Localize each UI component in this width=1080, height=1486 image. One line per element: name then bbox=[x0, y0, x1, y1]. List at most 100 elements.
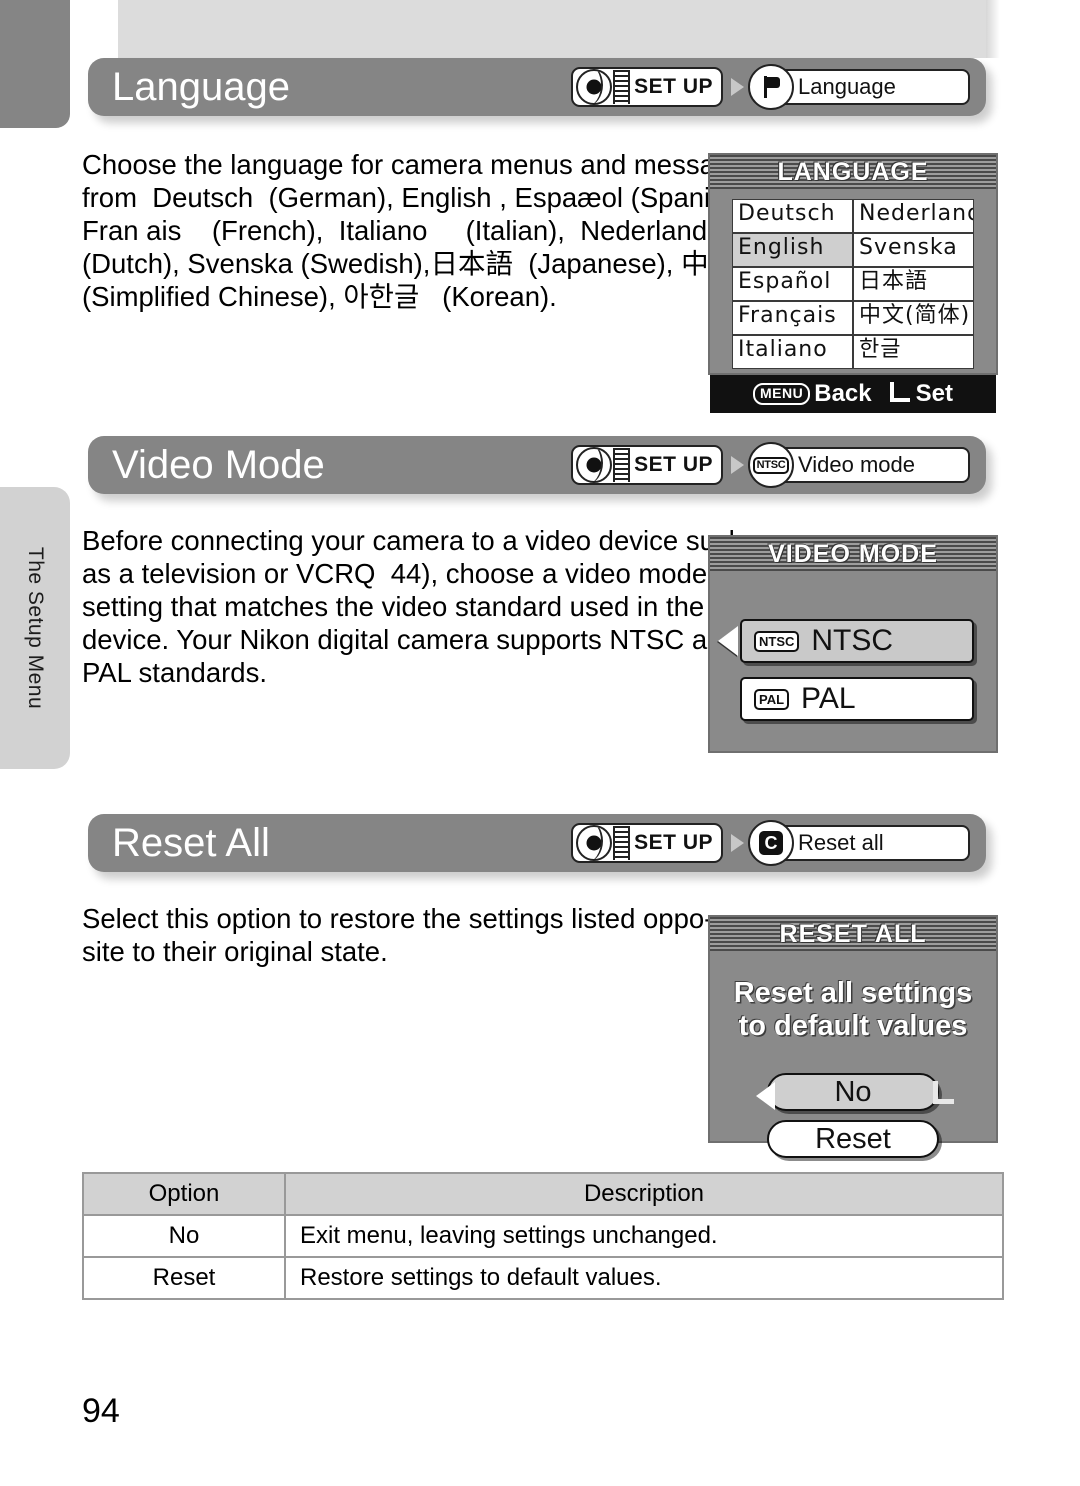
page-number: 94 bbox=[82, 1392, 120, 1430]
menu-chip-label: Reset all bbox=[798, 830, 884, 855]
body-line: as a television or VCRQ 44), choose a vi… bbox=[82, 558, 708, 589]
setup-chip-label: SET UP bbox=[634, 75, 713, 98]
back-action[interactable]: MENU Back bbox=[753, 380, 872, 408]
reset-all-message-line1: Reset all settings bbox=[733, 977, 973, 1009]
language-option[interactable]: 日本語 bbox=[853, 267, 974, 301]
body-line: (Simplified Chinese), 아한글 (Korean). bbox=[82, 281, 557, 312]
language-option[interactable]: 한글 bbox=[853, 335, 974, 369]
film-strip-icon bbox=[613, 826, 631, 860]
reset-all-option-no[interactable]: No bbox=[767, 1073, 939, 1111]
table-cell-description: Restore settings to default values. bbox=[284, 1256, 1004, 1300]
triangle-right-icon bbox=[731, 456, 744, 474]
camera-dial-icon bbox=[576, 447, 613, 483]
body-line: setting that matches the video standard … bbox=[82, 591, 705, 622]
table-cell-description: Exit menu, leaving settings unchanged. bbox=[284, 1214, 1004, 1258]
setup-chip-video-mode[interactable]: SET UP bbox=[571, 445, 723, 485]
language-option[interactable]: Svenska bbox=[853, 233, 974, 267]
lcd-title-text: RESET ALL bbox=[779, 919, 927, 948]
triangle-right-icon bbox=[731, 78, 744, 96]
chapter-side-tab: The Setup Menu bbox=[0, 487, 70, 769]
flag-icon bbox=[748, 64, 794, 110]
body-line: site to their original state. bbox=[82, 936, 388, 967]
language-option[interactable]: Italiano bbox=[732, 335, 853, 369]
menu-chip-language[interactable]: Language bbox=[748, 64, 970, 110]
setup-chip-reset-all[interactable]: SET UP bbox=[571, 823, 723, 863]
menu-chip-label: Video mode bbox=[798, 452, 916, 477]
cursor-left-icon bbox=[718, 626, 738, 656]
video-mode-option-label: PAL bbox=[801, 682, 856, 715]
lcd-title-bar-language: LANGUAGE bbox=[710, 155, 996, 189]
setup-chip-label: SET UP bbox=[634, 453, 713, 476]
lcd-title-text: LANGUAGE bbox=[777, 157, 929, 186]
body-text-video-mode: Before connecting your camera to a video… bbox=[82, 524, 744, 689]
lcd-title-bar-video-mode: VIDEO MODE bbox=[710, 537, 996, 571]
section-header-video-mode: Video Mode SET UP NTSC Video mode bbox=[88, 436, 986, 494]
video-mode-option-ntsc[interactable]: NTSC NTSC bbox=[718, 619, 974, 663]
pal-tag: PAL bbox=[754, 688, 790, 710]
film-strip-icon bbox=[613, 70, 631, 104]
language-option[interactable]: Español bbox=[732, 267, 853, 301]
cursor-left-icon bbox=[756, 1082, 775, 1110]
language-option[interactable]: Français bbox=[732, 301, 853, 335]
table-row: Reset Restore settings to default values… bbox=[82, 1256, 1004, 1300]
body-line: device. Your Nikon digital camera suppor… bbox=[82, 624, 738, 655]
section-title-reset-all: Reset All bbox=[112, 821, 270, 865]
enter-icon bbox=[933, 1081, 954, 1104]
language-option-selected[interactable]: English bbox=[732, 233, 853, 267]
breadcrumb-video-mode: SET UP NTSC Video mode bbox=[571, 442, 970, 488]
language-option-grid: Deutsch Nederlands English Svenska Españ… bbox=[710, 189, 996, 375]
set-label: Set bbox=[915, 380, 953, 407]
section-title-language: Language bbox=[112, 65, 290, 109]
language-option[interactable]: 中文(简体) bbox=[853, 301, 974, 335]
page-top-band bbox=[118, 0, 1000, 58]
chapter-side-tab-label: The Setup Menu bbox=[24, 546, 47, 710]
video-mode-options: NTSC NTSC PAL PAL bbox=[710, 619, 996, 721]
page-corner-tab bbox=[0, 0, 70, 128]
camera-dial-icon bbox=[576, 69, 613, 105]
body-line: from Deutsch (German), English , Espaæol… bbox=[82, 182, 757, 213]
menu-chip-label: Language bbox=[798, 74, 896, 99]
table-header-description: Description bbox=[284, 1172, 1004, 1216]
body-line: Select this option to restore the settin… bbox=[82, 903, 714, 934]
film-strip-icon bbox=[613, 448, 631, 482]
reset-all-message-line2: to default values bbox=[738, 1010, 968, 1042]
breadcrumb-reset-all: SET UP C Reset all bbox=[571, 820, 970, 866]
menu-button-badge: MENU bbox=[753, 383, 811, 405]
section-header-reset-all: Reset All SET UP C Reset all bbox=[88, 814, 986, 872]
camera-dial-icon bbox=[576, 825, 613, 861]
lcd-title-bar-reset-all: RESET ALL bbox=[710, 917, 996, 951]
reset-all-option-reset[interactable]: Reset bbox=[767, 1120, 939, 1158]
lcd-footer-language: MENU Back Set bbox=[710, 375, 996, 413]
video-mode-option-pal[interactable]: PAL PAL bbox=[740, 677, 974, 721]
reset-all-message: Reset all settings to default values bbox=[710, 977, 996, 1043]
menu-chip-video-mode[interactable]: NTSC Video mode bbox=[748, 442, 970, 488]
reset-all-option-table: Option Description No Exit menu, leaving… bbox=[82, 1172, 1004, 1300]
ntsc-badge-text: NTSC bbox=[752, 456, 790, 474]
language-option[interactable]: Deutsch bbox=[732, 199, 853, 233]
ntsc-icon: NTSC bbox=[748, 442, 794, 488]
table-header-row: Option Description bbox=[82, 1172, 1004, 1216]
body-line: (Dutch), Svenska (Swedish),日本語 (Japanese… bbox=[82, 248, 810, 279]
breadcrumb-language: SET UP Language bbox=[571, 64, 970, 110]
body-text-reset-all: Select this option to restore the settin… bbox=[82, 902, 722, 968]
lcd-title-text: VIDEO MODE bbox=[768, 539, 938, 568]
video-mode-option-label: NTSC bbox=[811, 624, 894, 657]
reset-c-icon: C bbox=[748, 820, 794, 866]
language-option[interactable]: Nederlands bbox=[853, 199, 974, 233]
back-label: Back bbox=[814, 380, 872, 407]
body-line: Fran ais (French), Italiano (Italian), N… bbox=[82, 215, 721, 246]
body-line: PAL standards. bbox=[82, 657, 267, 688]
table-cell-option: No bbox=[82, 1214, 286, 1258]
menu-chip-reset-all[interactable]: C Reset all bbox=[748, 820, 970, 866]
setup-chip-language[interactable]: SET UP bbox=[571, 67, 723, 107]
section-title-video-mode: Video Mode bbox=[112, 443, 325, 487]
body-line: Before connecting your camera to a video… bbox=[82, 525, 744, 556]
table-row: No Exit menu, leaving settings unchanged… bbox=[82, 1214, 1004, 1258]
reset-c-badge-text: C bbox=[759, 831, 783, 855]
reset-all-buttons: No Reset bbox=[710, 1073, 996, 1158]
table-header-option: Option bbox=[82, 1172, 286, 1216]
set-action[interactable]: Set bbox=[889, 380, 953, 408]
setup-chip-label: SET UP bbox=[634, 831, 713, 854]
table-cell-option: Reset bbox=[82, 1256, 286, 1300]
body-line: Choose the language for camera menus and… bbox=[82, 149, 760, 180]
